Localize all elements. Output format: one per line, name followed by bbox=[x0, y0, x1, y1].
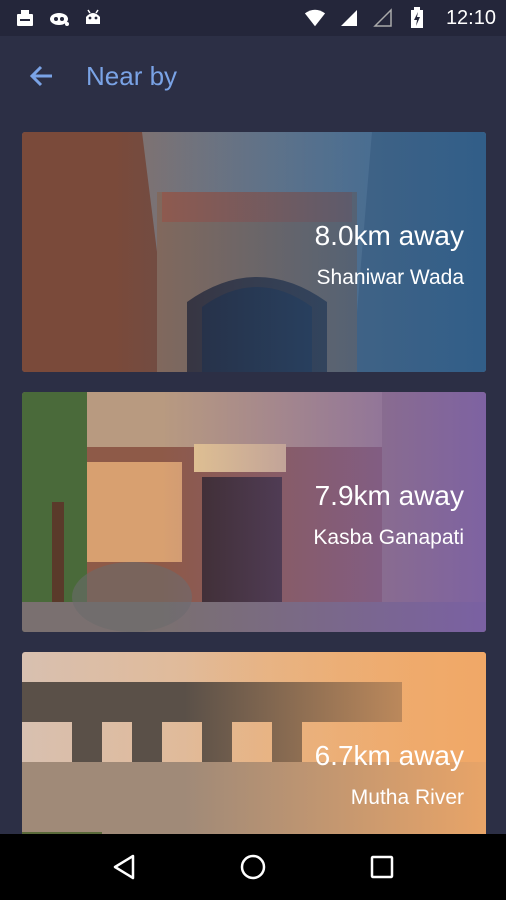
status-time: 12:10 bbox=[445, 6, 496, 29]
place-distance: 6.7km away bbox=[314, 740, 464, 771]
nav-back-button[interactable] bbox=[104, 847, 144, 887]
place-distance: 7.9km away bbox=[314, 480, 464, 511]
page-title: Near by bbox=[86, 60, 178, 91]
signal-empty-icon bbox=[372, 7, 394, 29]
inbox-icon bbox=[14, 7, 36, 29]
system-nav-bar bbox=[0, 834, 506, 900]
screen: 12:10 Near by 8.0km away Shaniwar Wada 7… bbox=[0, 0, 506, 900]
status-system: 12:10 bbox=[304, 7, 496, 30]
back-button[interactable] bbox=[26, 61, 56, 91]
arrow-left-icon bbox=[29, 65, 52, 87]
status-bar: 12:10 bbox=[0, 0, 506, 36]
square-recents-icon bbox=[370, 855, 393, 879]
ufo-icon bbox=[48, 7, 70, 29]
app-bar: Near by bbox=[0, 36, 506, 116]
place-name: Mutha River bbox=[350, 786, 464, 809]
signal-icon bbox=[338, 7, 360, 29]
status-notifications bbox=[14, 7, 104, 29]
place-photo bbox=[22, 392, 486, 632]
place-card-shaniwar-wada[interactable]: 8.0km away Shaniwar Wada bbox=[22, 132, 486, 372]
circle-home-icon bbox=[240, 854, 266, 880]
place-photo bbox=[22, 132, 486, 372]
place-distance: 8.0km away bbox=[314, 220, 464, 251]
battery-charging-icon bbox=[406, 7, 428, 29]
nav-recents-button[interactable] bbox=[362, 847, 402, 887]
triangle-back-icon bbox=[114, 854, 135, 880]
place-name: Shaniwar Wada bbox=[316, 266, 464, 289]
place-card-kasba-ganapati[interactable]: 7.9km away Kasba Ganapati bbox=[22, 392, 486, 632]
android-icon bbox=[82, 7, 104, 29]
place-name: Kasba Ganapati bbox=[313, 526, 464, 549]
wifi-icon bbox=[304, 7, 326, 29]
nav-home-button[interactable] bbox=[233, 847, 273, 887]
